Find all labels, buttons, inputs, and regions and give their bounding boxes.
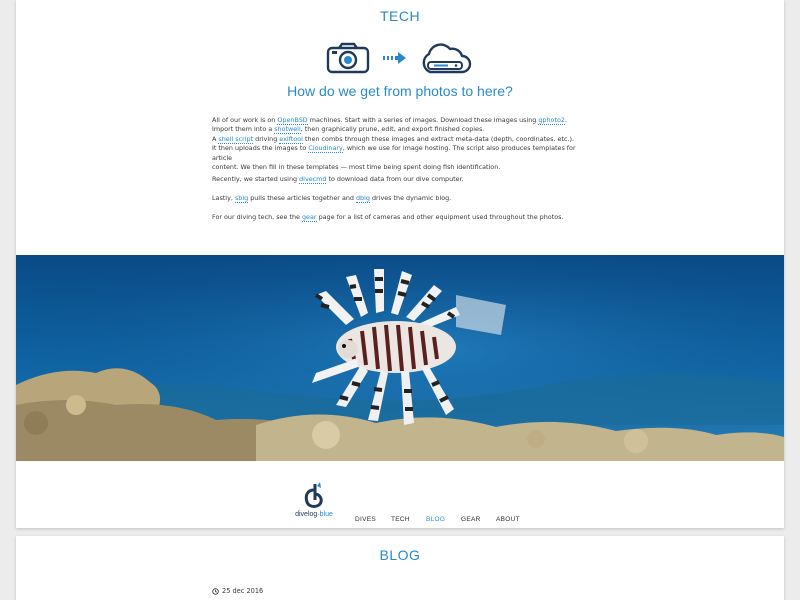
section-title-blog: BLOG — [379, 547, 421, 563]
link-shell-script[interactable]: shell script — [218, 134, 254, 144]
text: then combs through these images and extr… — [302, 134, 574, 143]
nav-dives[interactable]: DIVES — [355, 516, 376, 523]
intro-line: A shell script driving exiftool then com… — [212, 134, 592, 144]
link-dblg[interactable]: dblg — [356, 194, 370, 203]
section-title-tech: TECH — [379, 8, 421, 24]
text: to download data from our dive computer. — [326, 175, 464, 183]
link-sblg[interactable]: sblg — [234, 194, 249, 203]
text: All of our work is on — [212, 116, 278, 124]
post-date: 25 dec 2016 — [212, 587, 263, 595]
link-cloudinary[interactable]: Cloudinary — [308, 144, 343, 154]
tech-section: TECH How do we get from photos to here? … — [16, 0, 784, 528]
nav-gear[interactable]: GEAR — [461, 516, 481, 523]
link-gear[interactable]: gear — [301, 213, 317, 222]
logo-text: divelog·blue — [284, 511, 344, 518]
blog-section: BLOG 25 dec 2016 — [16, 536, 784, 600]
link-exiftool[interactable]: exiftool — [279, 134, 303, 144]
divecmd-paragraph: Recently, we started using divecmd to do… — [212, 175, 592, 184]
nav-tech[interactable]: TECH — [391, 516, 410, 523]
text: Import them into a — [212, 125, 275, 134]
link-openbsd[interactable]: OpenBSD — [277, 116, 308, 125]
page-heading: How do we get from photos to here? — [287, 83, 513, 99]
text: content. We then fill in these templates… — [212, 163, 501, 172]
logo-text-main: divelog — [295, 511, 318, 518]
text: It then uploads the images to — [212, 144, 309, 153]
logo-text-accent: ·blue — [317, 511, 333, 518]
gear-paragraph: For our diving tech, see the gear page f… — [212, 213, 592, 222]
arrow-right-icon — [383, 52, 406, 64]
nav-about[interactable]: ABOUT — [496, 516, 520, 523]
intro-line: content. We then fill in these templates… — [212, 163, 592, 172]
text: Lastly, — [212, 194, 235, 202]
text: For our diving tech, see the — [212, 213, 302, 221]
logo-diver-icon — [304, 482, 323, 508]
link-divecmd[interactable]: divecmd — [299, 175, 327, 184]
text: . — [564, 116, 567, 124]
text: drives the dynamic blog. — [369, 194, 452, 202]
text: Recently, we started using — [212, 175, 300, 183]
intro-line: It then uploads the images to Cloudinary… — [212, 144, 592, 163]
intro-line: All of our work is on OpenBSD machines. … — [212, 116, 592, 125]
camera-icon — [326, 42, 370, 74]
lionfish-photo — [16, 255, 784, 461]
text: , then graphically prune, edit, and expo… — [300, 125, 485, 134]
text: pulls these articles together and — [248, 194, 356, 202]
text: page for a list of cameras and other equ… — [316, 213, 564, 221]
workflow-icons — [16, 42, 784, 76]
post-date-text: 25 dec 2016 — [222, 587, 264, 595]
site-nav: divelog·blue DIVES TECH BLOG GEAR ABOUT — [16, 482, 784, 526]
nav-blog[interactable]: BLOG — [426, 516, 445, 523]
sblg-paragraph: Lastly, sblg pulls these articles togeth… — [212, 194, 592, 203]
cloud-icon — [422, 43, 472, 74]
intro-line: Import them into a shotwell, then graphi… — [212, 125, 592, 135]
clock-icon — [212, 587, 219, 595]
link-gphoto2[interactable]: gphoto2 — [538, 116, 565, 125]
site-logo[interactable]: divelog·blue — [284, 482, 344, 526]
text: driving — [253, 134, 280, 143]
text: machines. Start with a series of images.… — [307, 116, 539, 124]
intro-paragraph: All of our work is on OpenBSD machines. … — [212, 116, 592, 172]
link-shotwell[interactable]: shotwell — [274, 125, 301, 135]
